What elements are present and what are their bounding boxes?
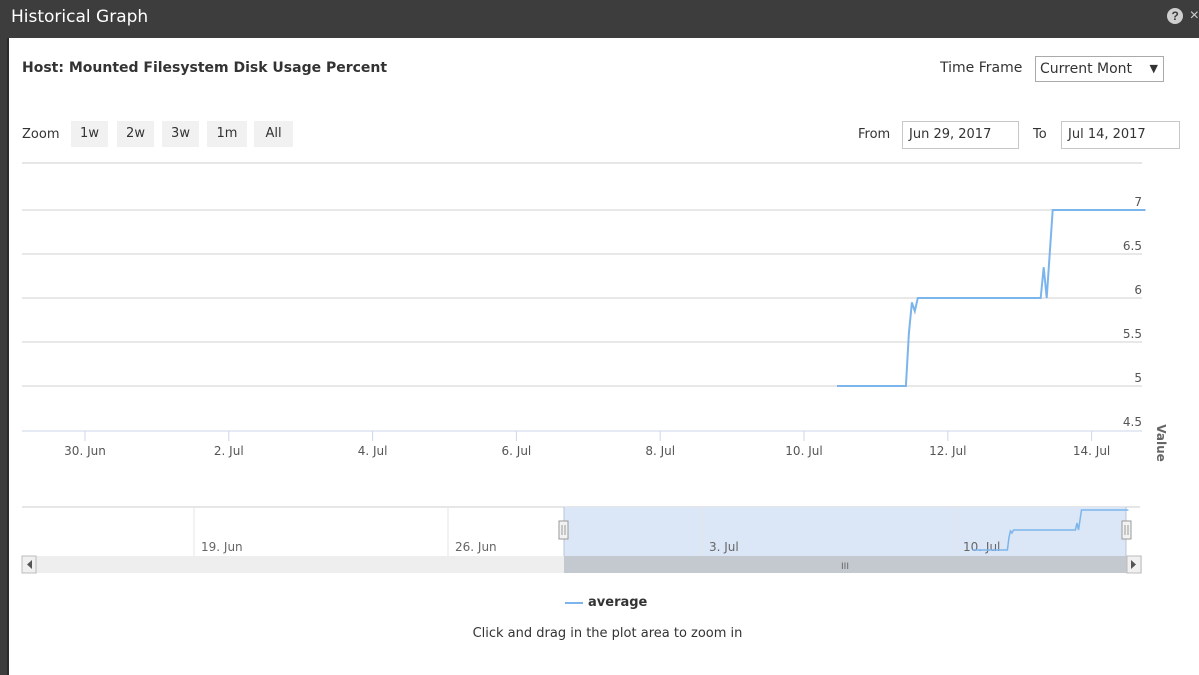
scrollbar-grip: III xyxy=(841,562,849,572)
y-tick-label: 5.5 xyxy=(1123,327,1142,341)
from-label: From xyxy=(858,127,891,142)
graph-title: Host: Mounted Filesystem Disk Usage Perc… xyxy=(22,60,388,76)
to-label: To xyxy=(1033,127,1047,142)
navigator-tick-label: 26. Jun xyxy=(455,540,497,554)
navigator[interactable]: 19. Jun 26. Jun 3. Jul 10. Jul III xyxy=(0,500,1199,580)
zoom-2w-button[interactable]: 2w xyxy=(117,121,154,147)
title-bar: Historical Graph ? × xyxy=(0,0,1199,38)
time-frame-select[interactable]: Current Mont ▼ xyxy=(1035,56,1164,82)
x-tick-label: 14. Jul xyxy=(1073,444,1110,458)
chevron-down-icon: ▼ xyxy=(1149,62,1158,75)
x-tick-label: 30. Jun xyxy=(64,444,106,458)
x-tick-label: 10. Jul xyxy=(785,444,822,458)
x-tick-label: 4. Jul xyxy=(358,444,388,458)
zoom-1m-button[interactable]: 1m xyxy=(207,121,247,147)
y-tick-label: 6 xyxy=(1134,283,1142,297)
legend-item-average[interactable]: average xyxy=(565,595,647,610)
x-tick-label: 6. Jul xyxy=(502,444,532,458)
zoom-3w-button[interactable]: 3w xyxy=(162,121,199,147)
scroll-right-button[interactable] xyxy=(1126,555,1142,574)
navigator-tick-label: 19. Jun xyxy=(201,540,243,554)
zoom-1w-button[interactable]: 1w xyxy=(71,121,108,147)
help-icon[interactable]: ? xyxy=(1167,8,1184,24)
zoom-all-button[interactable]: All xyxy=(254,121,293,147)
from-date-input[interactable]: Jun 29, 2017 xyxy=(902,121,1019,149)
y-tick-label: 5 xyxy=(1134,371,1142,385)
legend-swatch xyxy=(565,601,583,604)
y-tick-label: 7 xyxy=(1134,195,1142,209)
zoom-hint: Click and drag in the plot area to zoom … xyxy=(472,626,743,641)
close-icon[interactable]: × xyxy=(1190,7,1199,25)
scroll-left-button[interactable] xyxy=(21,555,37,574)
main-chart[interactable]: 7 6.5 6 5.5 5 4.5 30. Jun 2. Jul 4. Jul 6. Jul 8.… xyxy=(0,160,1199,660)
time-frame-value: Current Mont xyxy=(1040,61,1133,77)
y-axis-label: Value xyxy=(1154,424,1168,462)
x-tick-label: 12. Jul xyxy=(929,444,966,458)
navigator-selected-range[interactable] xyxy=(564,507,1126,556)
y-tick-label: 6.5 xyxy=(1123,239,1142,253)
to-date-input[interactable]: Jul 14, 2017 xyxy=(1061,121,1180,149)
x-tick-label: 2. Jul xyxy=(214,444,244,458)
navigator-handle-right[interactable] xyxy=(1121,520,1132,540)
titlebar-icons: ? × xyxy=(1165,7,1199,25)
time-frame-label: Time Frame xyxy=(940,60,1023,76)
zoom-label: Zoom xyxy=(22,127,60,142)
navigator-tick-label: 3. Jul xyxy=(709,540,739,554)
window-title: Historical Graph xyxy=(11,7,149,27)
y-tick-label: 4.5 xyxy=(1123,415,1142,429)
navigator-handle-left[interactable] xyxy=(558,520,569,540)
x-tick-label: 8. Jul xyxy=(645,444,675,458)
navigator-tick-label: 10. Jul xyxy=(963,540,1000,554)
legend-label: average xyxy=(588,595,648,610)
